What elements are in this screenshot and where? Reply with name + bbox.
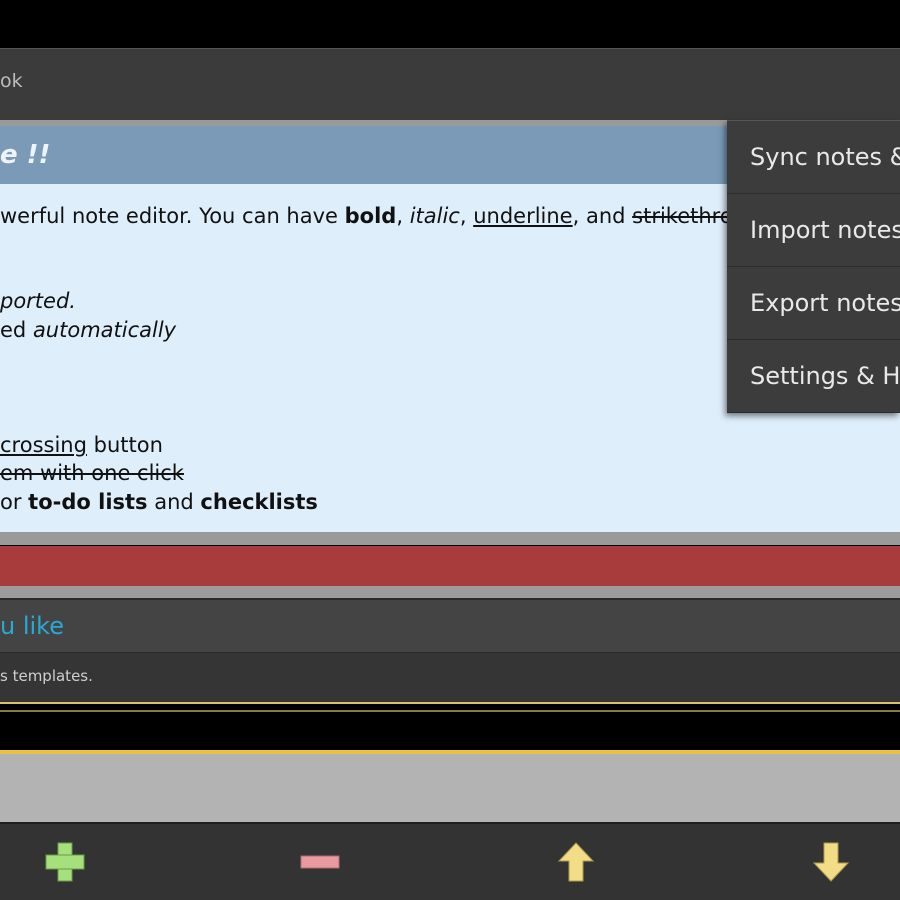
text-run: , and [572, 204, 633, 228]
move-up-button[interactable] [516, 824, 636, 900]
text-run: , [459, 204, 474, 228]
bottom-toolbar [0, 822, 900, 900]
note-line-3: ed automatically [0, 318, 176, 342]
underline-text: underline [473, 204, 573, 228]
menu-item-settings[interactable]: Settings & He [727, 340, 900, 413]
empty-area [0, 754, 900, 822]
note-line-2: ported. [0, 289, 76, 313]
template-card-title: u like [0, 612, 64, 640]
text-run: and [147, 490, 201, 514]
note-line-4: crossing button [0, 433, 163, 457]
selected-card-strip[interactable] [0, 702, 900, 754]
menu-item-label: Settings & He [750, 362, 900, 390]
template-card-body[interactable]: s templates. [0, 652, 900, 702]
strip-line [0, 710, 900, 712]
plus-icon [45, 842, 85, 882]
arrow-down-icon [812, 842, 850, 882]
note-line-5: em with one click [0, 461, 184, 485]
menu-item-label: Sync notes & [750, 143, 900, 171]
template-card-description: s templates. [0, 667, 93, 685]
bold-text: bold [344, 204, 397, 228]
menu-item-label: Export notes [750, 289, 900, 317]
divider [0, 586, 900, 598]
text-run: werful note editor. You can have [0, 204, 345, 228]
options-menu: Sync notes & Import notes Export notes S… [727, 120, 900, 413]
menu-item-sync[interactable]: Sync notes & [727, 121, 900, 194]
underline-text: crossing [0, 433, 87, 457]
note-card-collapsed[interactable] [0, 546, 900, 586]
note-line-6: or to-do lists and checklists [0, 490, 318, 514]
arrow-up-icon [557, 842, 595, 882]
add-button[interactable] [5, 824, 125, 900]
text-run: ed [0, 318, 33, 342]
bold-text: to-do lists [28, 490, 148, 514]
status-bar [0, 0, 900, 48]
template-card-header[interactable]: u like [0, 598, 900, 652]
title-bar: ok [0, 48, 900, 120]
remove-button[interactable] [260, 824, 380, 900]
note-line-1: werful note editor. You can have bold, i… [0, 204, 733, 228]
text-run: button [86, 433, 163, 457]
text-run: or [0, 490, 29, 514]
menu-item-label: Import notes [750, 216, 900, 244]
bold-text: checklists [200, 490, 318, 514]
move-down-button[interactable] [771, 824, 891, 900]
italic-text: automatically [32, 318, 177, 342]
italic-text: italic [409, 204, 460, 228]
menu-item-import[interactable]: Import notes [727, 194, 900, 267]
minus-icon [300, 855, 340, 869]
note-title: e !! [0, 140, 51, 170]
text-run: , [396, 204, 410, 228]
app-title: ok [0, 70, 23, 92]
strikethrough-text: strikethro [632, 204, 733, 228]
menu-item-export[interactable]: Export notes [727, 267, 900, 340]
